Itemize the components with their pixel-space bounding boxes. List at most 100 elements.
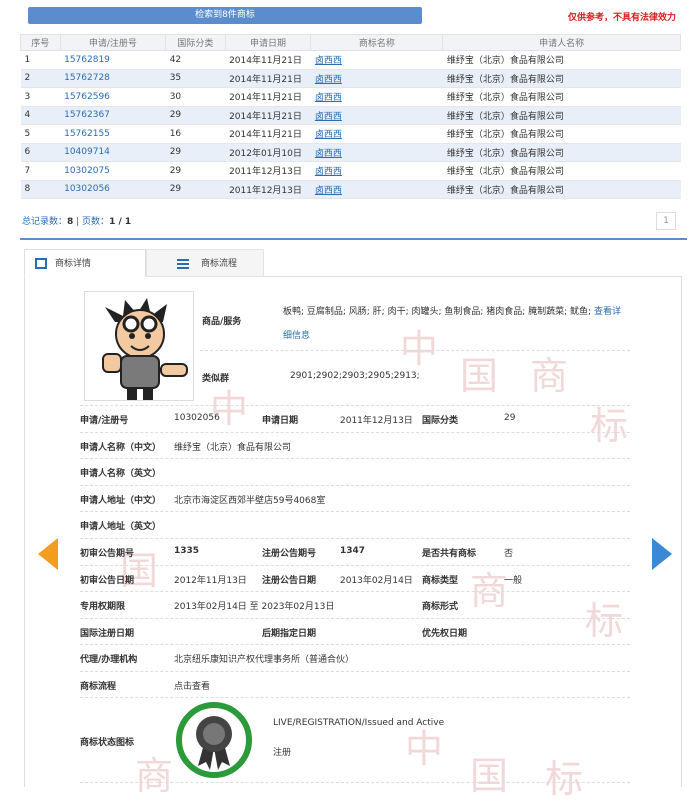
disclaimer-text: 仅供参考，不具有法律效力	[567, 13, 676, 23]
mark-name-link[interactable]: 卤西西	[310, 143, 443, 162]
addr-en-label: 申请人地址（英文）	[80, 522, 162, 532]
agent-value: 北京纽乐康知识产权代理事务所（普通合伙）	[174, 655, 355, 665]
excl-label: 专用权期限	[80, 602, 126, 612]
watermark-char: 商	[470, 569, 509, 613]
mark-name-link[interactable]: 卤西西	[310, 87, 443, 107]
row-index: 8	[20, 180, 61, 199]
row-index: 5	[20, 124, 61, 144]
column-header: 商标名称	[310, 34, 444, 51]
divider	[80, 432, 630, 433]
date-cell: 2014年11月21日	[225, 106, 311, 125]
status-en: LIVE/REGISTRATION/Issued and Active	[273, 718, 445, 728]
watermark-char: 商	[530, 354, 569, 398]
mark-name-link[interactable]: 卤西西	[310, 180, 443, 199]
status-badge	[176, 702, 252, 778]
class-cell: 42	[165, 50, 226, 70]
applicant-cell: 维纾宝（北京）食品有限公司	[442, 161, 681, 181]
intl-reg-label: 国际注册日期	[80, 629, 135, 639]
reg-pub-date-value: 2013年02月14日	[340, 576, 413, 586]
flow-label: 商标流程	[80, 682, 117, 692]
column-header: 国际分类	[165, 34, 226, 51]
watermark-char: 标	[590, 404, 629, 448]
row-index: 7	[20, 161, 61, 181]
date-cell: 2014年11月21日	[225, 69, 311, 88]
applicant-cn-value: 维纾宝（北京）食品有限公司	[174, 443, 292, 453]
divider	[80, 511, 630, 512]
date-cell: 2012年01月10日	[225, 143, 311, 162]
flow-view-link[interactable]: 点击查看	[174, 679, 210, 692]
table-row[interactable]: 6 10409714 29 2012年01月10日 卤西西 维纾宝（北京）食品有限公司	[20, 143, 681, 162]
reg-no-link[interactable]: 15762367	[60, 106, 166, 125]
reg-no-value: 10302056	[174, 413, 220, 423]
column-header: 申请/注册号	[59, 34, 167, 51]
watermark-char: 国	[470, 754, 509, 798]
page-1-button[interactable]: 1	[656, 212, 676, 230]
applicant-cell: 维纾宝（北京）食品有限公司	[442, 50, 681, 70]
date-cell: 2014年11月21日	[225, 50, 311, 70]
reg-pub-no-label: 注册公告期号	[262, 549, 317, 559]
column-header: 申请人名称	[442, 34, 681, 51]
reg-no-link[interactable]: 10409714	[60, 143, 166, 162]
row-index: 2	[20, 69, 61, 88]
table-row[interactable]: 5 15762155 16 2014年11月21日 卤西西 维纾宝（北京）食品有限公司	[20, 124, 681, 144]
prelim-no-value: 1335	[174, 546, 200, 556]
divider	[80, 591, 630, 592]
applicant-cell: 维纾宝（北京）食品有限公司	[442, 180, 681, 199]
prelim-date-label: 初审公告日期	[80, 576, 135, 586]
divider	[80, 644, 630, 645]
mark-name-link[interactable]: 卤西西	[310, 124, 443, 144]
table-row[interactable]: 7 10302075 29 2011年12月13日 卤西西 维纾宝（北京）食品有限公司	[20, 161, 681, 181]
reg-no-link[interactable]: 15762819	[60, 50, 166, 70]
status-cn: 注册	[273, 748, 292, 758]
table-row[interactable]: 3 15762596 30 2014年11月21日 卤西西 维纾宝（北京）食品有限公司	[20, 87, 681, 107]
class-cell: 16	[165, 124, 226, 144]
date-cell: 2014年11月21日	[225, 87, 311, 107]
goods-value: 板鸭; 豆腐制品; 风肠; 肝; 肉干; 肉罐头; 鱼制食品; 猪肉食品; 腌制…	[283, 307, 621, 341]
divider	[80, 697, 630, 698]
reg-no-link[interactable]: 15762596	[60, 87, 166, 107]
mark-name-link[interactable]: 卤西西	[310, 106, 443, 125]
applicant-cell: 维纾宝（北京）食品有限公司	[442, 124, 681, 144]
table-row[interactable]: 4 15762367 29 2014年11月21日 卤西西 维纾宝（北京）食品有限公司	[20, 106, 681, 125]
detail-tabs: 商标详情 商标流程	[24, 249, 682, 277]
apply-date-value: 2011年12月13日	[340, 416, 413, 426]
applicant-cn-label: 申请人名称（中文）	[80, 443, 162, 453]
applicant-cell: 维纾宝（北京）食品有限公司	[442, 106, 681, 125]
tab-flow[interactable]: 商标流程	[146, 249, 264, 277]
addr-cn-value: 北京市海淀区西郊半壁店59号4068室	[174, 496, 326, 506]
award-ribbon-icon	[196, 716, 232, 770]
next-arrow-icon[interactable]	[652, 538, 672, 570]
class-cell: 29	[165, 106, 226, 125]
applicant-cell: 维纾宝（北京）食品有限公司	[442, 143, 681, 162]
divider	[80, 671, 630, 672]
priority-label: 优先权日期	[422, 629, 468, 639]
mark-name-link[interactable]: 卤西西	[310, 50, 443, 70]
prev-arrow-icon[interactable]	[38, 538, 58, 570]
apply-date-label: 申请日期	[262, 416, 299, 426]
date-cell: 2011年12月13日	[225, 161, 311, 181]
table-row[interactable]: 1 15762819 42 2014年11月21日 卤西西 维纾宝（北京）食品有限公司	[20, 50, 681, 70]
list-icon	[177, 259, 189, 269]
divider	[80, 538, 630, 539]
trademark-image	[84, 291, 194, 401]
watermark-char: 标	[545, 757, 584, 801]
tab-detail[interactable]: 商标详情	[24, 249, 146, 277]
results-table: 序号 申请/注册号 国际分类 申请日期 商标名称 申请人名称 1 15762819 42 201…	[20, 34, 681, 199]
reg-no-link[interactable]: 10302075	[60, 161, 166, 181]
mark-name-link[interactable]: 卤西西	[310, 161, 443, 181]
applicant-cell: 维纾宝（北京）食品有限公司	[442, 87, 681, 107]
class-cell: 30	[165, 87, 226, 107]
date-cell: 2014年11月21日	[225, 124, 311, 144]
divider	[80, 618, 630, 619]
reg-no-link[interactable]: 15762155	[60, 124, 166, 144]
table-row[interactable]: 2 15762728 35 2014年11月21日 卤西西 维纾宝（北京）食品有限公司	[20, 69, 681, 88]
mark-name-link[interactable]: 卤西西	[310, 69, 443, 88]
reg-no-link[interactable]: 15762728	[60, 69, 166, 88]
applicant-en-label: 申请人名称（英文）	[80, 469, 162, 479]
column-header: 序号	[20, 34, 61, 51]
similar-label: 类似群	[202, 374, 230, 384]
table-row[interactable]: 8 10302056 29 2011年12月13日 卤西西 维纾宝（北京）食品有限公司	[20, 180, 681, 199]
divider	[80, 782, 630, 783]
prelim-date-value: 2012年11月13日	[174, 576, 247, 586]
reg-no-link[interactable]: 10302056	[60, 180, 166, 199]
